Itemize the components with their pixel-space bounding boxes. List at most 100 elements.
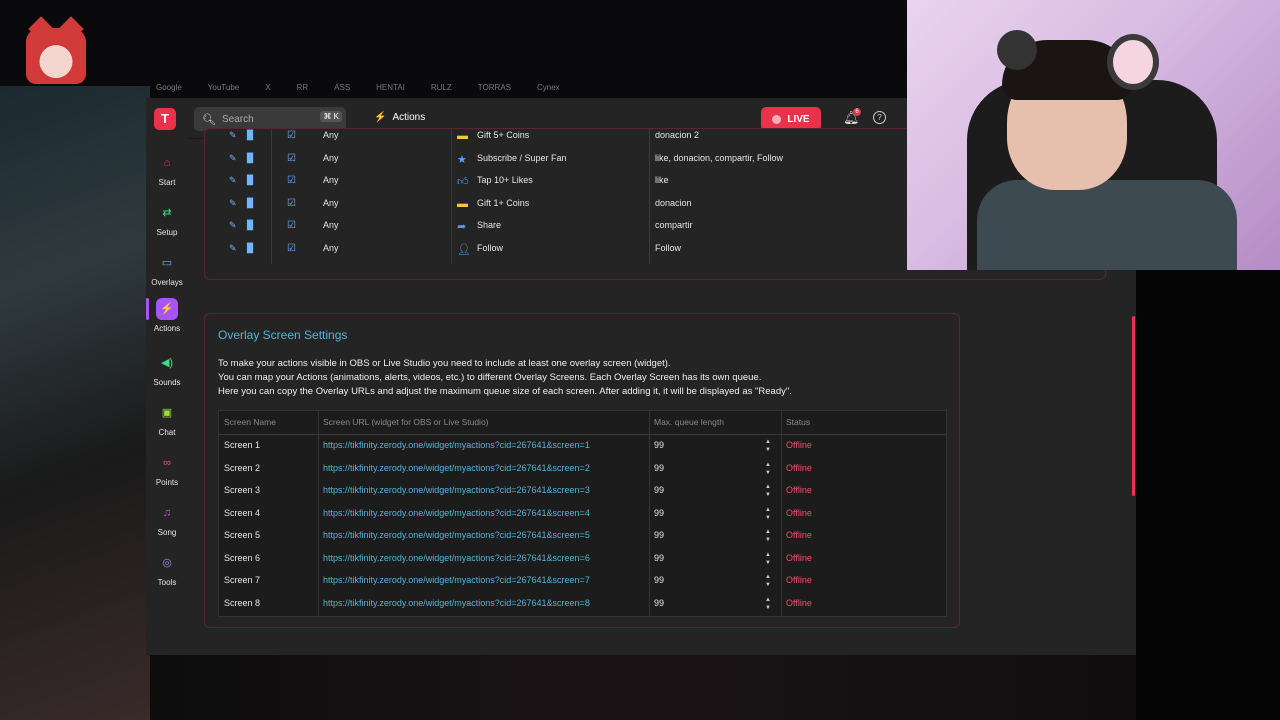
checkbox[interactable]: ☑	[287, 153, 296, 164]
queue-length-input[interactable]: 99	[654, 547, 664, 569]
bolt-icon: ⚡	[156, 298, 178, 320]
screen-name: Screen 5	[224, 530, 261, 540]
checkbox[interactable]: ☑	[287, 243, 296, 254]
star-icon: ★	[457, 153, 467, 166]
column-header: Status	[786, 417, 811, 427]
stepper-icon[interactable]: ▲ ▼	[765, 438, 771, 454]
table-row: Screen 2 https://tikfinity.zerody.one/wid…	[219, 457, 946, 480]
bookmark[interactable]: TORRAS	[478, 83, 511, 92]
sidebar-item-setup[interactable]: ⇄ Setup	[146, 202, 188, 237]
sidebar-item-sounds[interactable]: ◀) Sounds	[146, 352, 188, 387]
screen-url-link[interactable]: https://tikfinity.zerody.one/widget/myac…	[323, 592, 590, 614]
edit-icon[interactable]: ✎	[229, 198, 237, 209]
bookmark[interactable]: X	[265, 83, 270, 92]
breadcrumb: ⚡ Actions	[374, 112, 425, 123]
trash-icon[interactable]: ▉	[247, 175, 254, 186]
bookmark[interactable]: ASS	[334, 83, 350, 92]
edit-icon[interactable]: ✎	[229, 175, 237, 186]
queue-length-input[interactable]: 99	[654, 479, 664, 501]
stepper-icon[interactable]: ▲ ▼	[765, 551, 771, 567]
edit-icon[interactable]: ✎	[229, 130, 237, 141]
screen-url-link[interactable]: https://tikfinity.zerody.one/widget/myac…	[323, 547, 590, 569]
share-icon: ➦	[457, 221, 467, 233]
actions-cell: like	[655, 175, 669, 185]
streamer-shirt	[977, 180, 1237, 270]
bookmark[interactable]: Cynex	[537, 83, 560, 92]
help-icon[interactable]: ?	[873, 111, 886, 124]
screen-url-link[interactable]: https://tikfinity.zerody.one/widget/myac…	[323, 502, 590, 524]
queue-length-input[interactable]: 99	[654, 457, 664, 479]
sidebar-item-label: Chat	[158, 428, 176, 437]
description-line: You can map your Actions (animations, al…	[218, 372, 762, 383]
trash-icon[interactable]: ▉	[247, 220, 254, 231]
queue-length-input[interactable]: 99	[654, 592, 664, 614]
checkbox[interactable]: ☑	[287, 130, 296, 141]
screen-url-link[interactable]: https://tikfinity.zerody.one/widget/myac…	[323, 524, 590, 546]
bookmark[interactable]: RR	[297, 83, 309, 92]
sidebar-item-label: Tools	[157, 578, 177, 587]
sidebar-item-song[interactable]: ♫ Song	[146, 502, 188, 537]
queue-length-input[interactable]: 99	[654, 524, 664, 546]
stream-background-art	[0, 86, 150, 720]
table-row: Screen 1 https://tikfinity.zerody.one/wid…	[219, 434, 946, 457]
queue-length-input[interactable]: 99	[654, 569, 664, 591]
screen-url-link[interactable]: https://tikfinity.zerody.one/widget/myac…	[323, 434, 590, 456]
event-cell: Gift 5+ Coins	[477, 130, 530, 140]
table-row: Screen 7 https://tikfinity.zerody.one/wid…	[219, 569, 946, 592]
screen-url-link[interactable]: https://tikfinity.zerody.one/widget/myac…	[323, 479, 590, 501]
user-cell: Any	[323, 152, 339, 163]
event-cell: Subscribe / Super Fan	[477, 152, 567, 163]
sidebar: ⌂ Start ⇄ Setup ▭ Overlays ⚡ Actions ◀) Sound…	[146, 138, 188, 655]
sidebar-item-label: Song	[157, 528, 177, 537]
stepper-icon[interactable]: ▲ ▼	[765, 461, 771, 477]
trash-icon[interactable]: ▉	[247, 198, 254, 209]
sidebar-item-actions[interactable]: ⚡ Actions	[146, 298, 188, 333]
checkbox[interactable]: ☑	[287, 220, 296, 231]
stepper-icon[interactable]: ▲ ▼	[765, 573, 771, 589]
bookmark[interactable]: HENTAI	[376, 83, 405, 92]
screen-url-link[interactable]: https://tikfinity.zerody.one/widget/myac…	[323, 457, 590, 479]
queue-length-input[interactable]: 99	[654, 502, 664, 524]
stepper-icon[interactable]: ▲ ▼	[765, 528, 771, 544]
user-cell: Any	[323, 197, 339, 208]
user-cell: Any	[323, 130, 339, 140]
sidebar-item-label: Setup	[156, 228, 178, 237]
sidebar-item-chat[interactable]: ▣ Chat	[146, 402, 188, 437]
sidebar-item-points[interactable]: ∞ Points	[146, 452, 188, 487]
event-cell: Tap 10+ Likes	[477, 175, 533, 185]
column-header: Max. queue length	[654, 417, 724, 427]
bookmark[interactable]: Google	[156, 83, 182, 92]
status-badge: Offline	[786, 597, 812, 608]
stepper-icon[interactable]: ▲ ▼	[765, 483, 771, 499]
table-row: Screen 5 https://tikfinity.zerody.one/wid…	[219, 524, 946, 547]
notification-badge: 6	[853, 108, 861, 116]
sidebar-item-overlays[interactable]: ▭ Overlays	[146, 252, 188, 287]
checkbox[interactable]: ☑	[287, 198, 296, 209]
trash-icon[interactable]: ▉	[247, 153, 254, 164]
user-cell: Any	[323, 242, 339, 253]
checkbox[interactable]: ☑	[287, 175, 296, 186]
bookmark[interactable]: RULZ	[431, 83, 452, 92]
edit-icon[interactable]: ✎	[229, 220, 237, 231]
edit-icon[interactable]: ✎	[229, 243, 237, 254]
queue-length-input[interactable]: 99	[654, 434, 664, 456]
column-header: Screen Name	[224, 417, 276, 427]
screen-url-link[interactable]: https://tikfinity.zerody.one/widget/myac…	[323, 569, 590, 591]
stepper-icon[interactable]: ▲ ▼	[765, 506, 771, 522]
edit-icon[interactable]: ✎	[229, 153, 237, 164]
search-icon: 🔍︎	[202, 113, 216, 126]
scrollbar[interactable]	[1132, 316, 1135, 496]
sidebar-item-tools[interactable]: ◎ Tools	[146, 552, 188, 587]
status-badge: Offline	[786, 530, 812, 540]
user-cell: Any	[323, 175, 339, 185]
actions-cell: donacion	[655, 197, 692, 208]
stepper-icon[interactable]: ▲ ▼	[765, 596, 771, 612]
table-row: ✎ ▉ ☑ Any ➦ Share compartir	[219, 215, 959, 237]
headphone-ear-right	[1107, 34, 1159, 90]
sidebar-item-start[interactable]: ⌂ Start	[146, 152, 188, 187]
bookmark[interactable]: YouTube	[208, 83, 239, 92]
trash-icon[interactable]: ▉	[247, 243, 254, 254]
browser-bookmarks-bar: Google YouTube X RR ASS HENTAI RULZ TORR…	[146, 80, 916, 94]
trash-icon[interactable]: ▉	[247, 130, 254, 141]
app-logo-icon[interactable]: T	[154, 108, 176, 130]
